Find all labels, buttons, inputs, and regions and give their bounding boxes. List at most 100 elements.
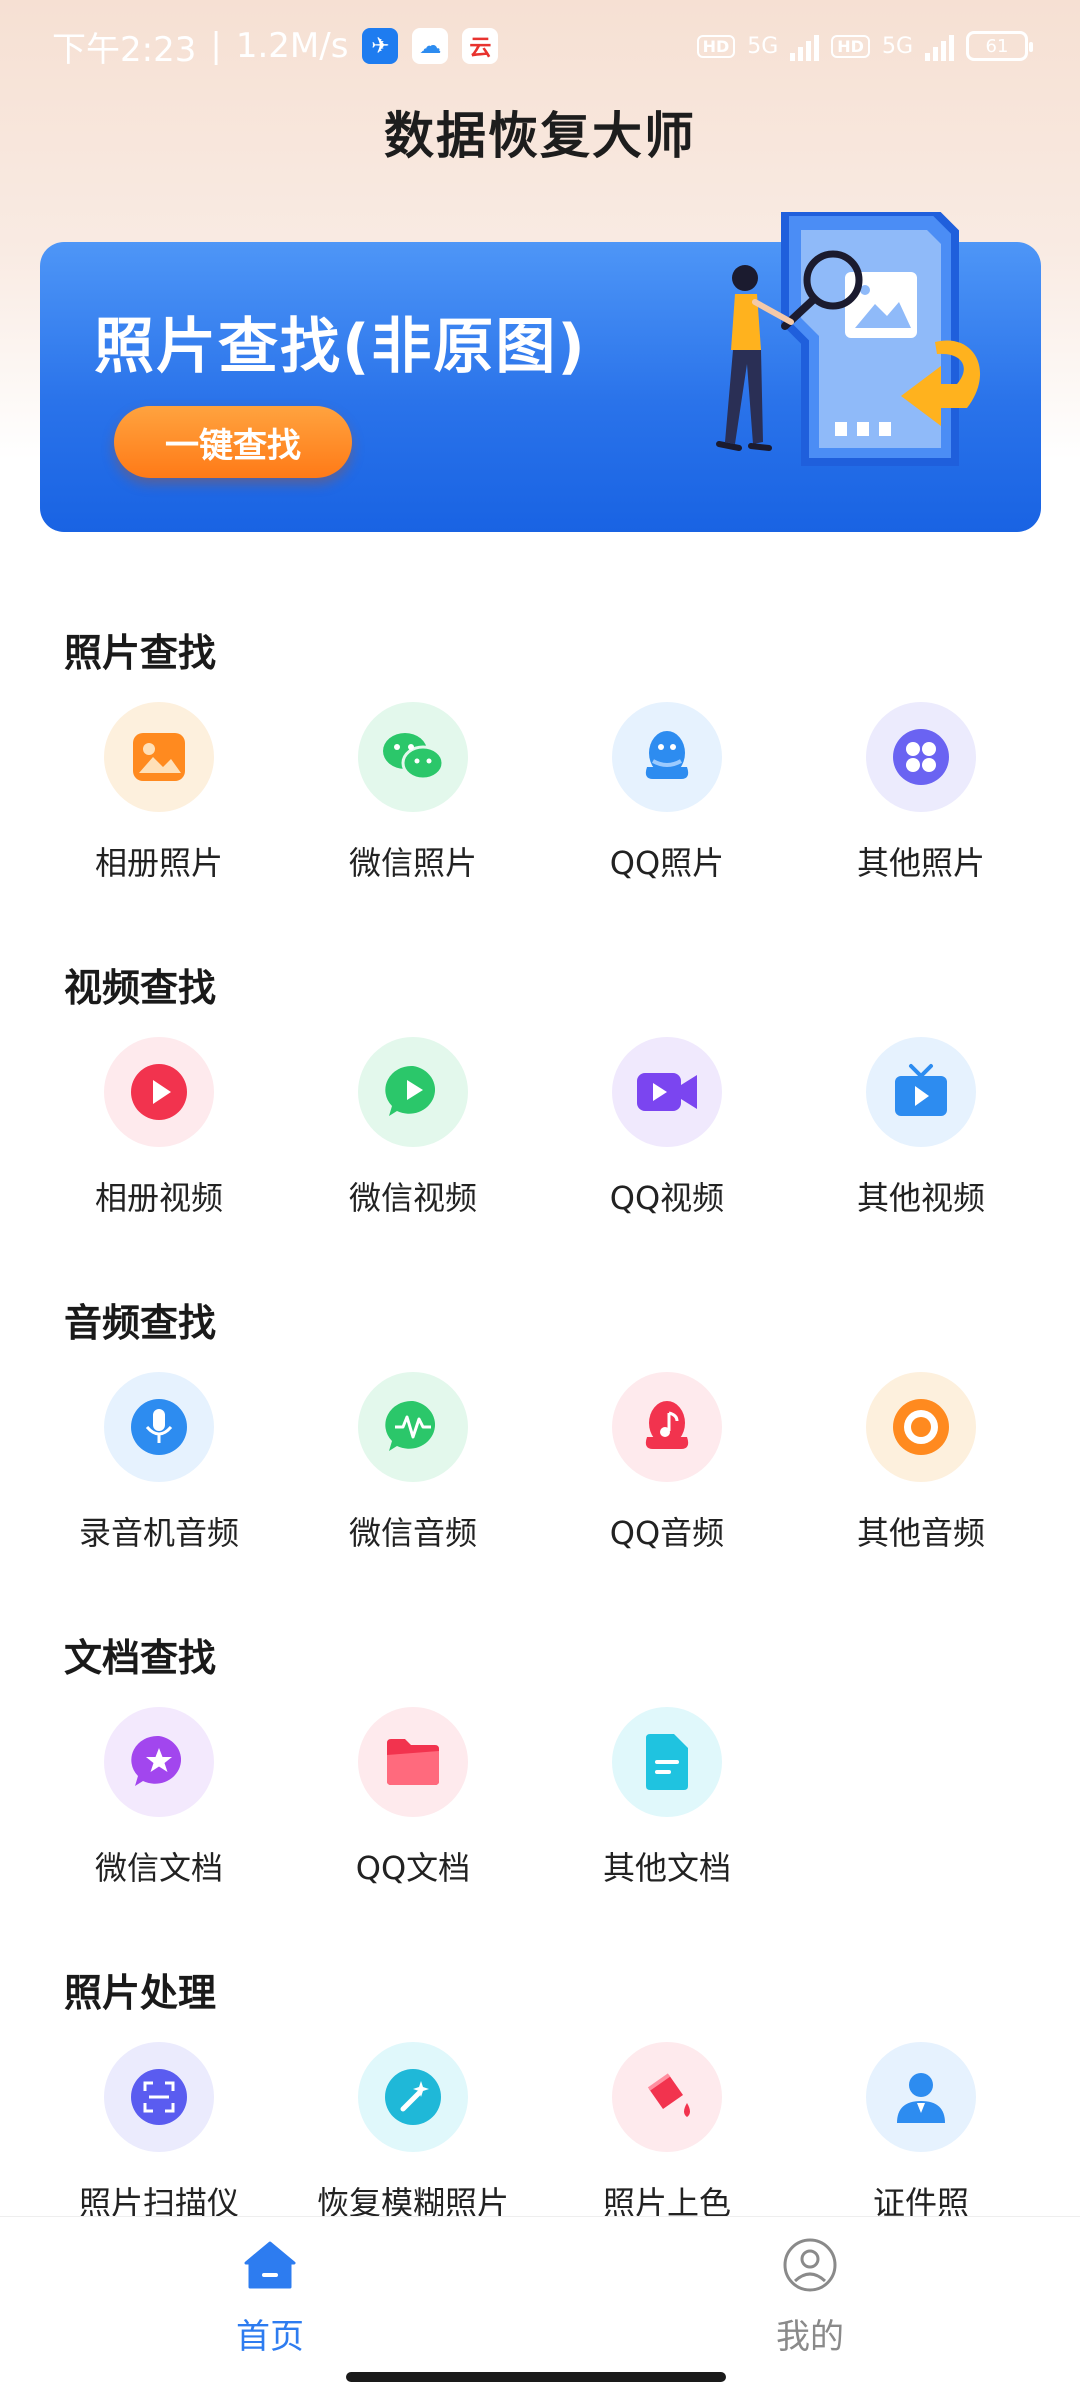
magic-wand-icon — [385, 2069, 441, 2125]
item-wechat-audio[interactable]: 微信音频 — [286, 1372, 540, 1572]
item-other-audio[interactable]: 其他音频 — [794, 1372, 1048, 1572]
item-label: 其他音频 — [856, 1514, 985, 1552]
item-wechat-videos[interactable]: 微信视频 — [286, 1037, 540, 1237]
one-click-search-button[interactable]: 一键查找 — [114, 406, 352, 478]
battery-icon: 61 — [966, 31, 1033, 61]
item-label: 相册照片 — [94, 844, 223, 882]
section-title: 音频查找 — [64, 1301, 217, 1345]
wechat-video-icon — [385, 1065, 436, 1116]
status-time: 下午2:23 — [52, 29, 197, 70]
item-label: 微信照片 — [348, 844, 477, 882]
album-photos-icon-bg — [104, 702, 214, 812]
item-other-documents[interactable]: 其他文档 — [540, 1707, 794, 1907]
voice-wave-icon — [385, 1400, 436, 1451]
status-right: HD 5G HD 5G 61 — [696, 31, 1033, 61]
network-type-label-1: 5G — [747, 33, 779, 59]
item-other-photos[interactable]: 其他照片 — [794, 702, 1048, 902]
id-photo-icon — [897, 2073, 945, 2123]
qq-icon — [645, 731, 689, 779]
tab-home-label: 首页 — [236, 2317, 304, 2357]
gallery-icon — [133, 733, 185, 781]
paint-bucket-icon — [647, 2073, 690, 2117]
app-title: 数据恢复大师 — [384, 107, 696, 165]
tab-mine-label: 我的 — [776, 2317, 844, 2357]
item-label: 微信文档 — [94, 1849, 223, 1887]
status-network-speed: 1.2M/s — [235, 26, 349, 66]
wechat-videos-icon-bg — [358, 1037, 468, 1147]
section-title: 照片查找 — [64, 631, 217, 675]
item-label: 微信视频 — [348, 1179, 477, 1217]
item-label: 微信音频 — [348, 1514, 477, 1552]
item-other-videos[interactable]: 其他视频 — [794, 1037, 1048, 1237]
item-photo-colorize[interactable]: 照片上色 — [540, 2042, 794, 2242]
notification-app-icon-2: ☁ — [412, 28, 449, 64]
item-label: QQ文档 — [355, 1849, 471, 1887]
qq-videos-icon-bg — [612, 1037, 722, 1147]
banner-title: 照片查找(非原图) — [94, 312, 587, 382]
item-label: QQ音频 — [609, 1514, 725, 1552]
scan-icon — [131, 2069, 187, 2125]
photo-search-banner[interactable]: 照片查找(非原图) 一键查找 — [40, 212, 1041, 532]
item-album-videos[interactable]: 相册视频 — [32, 1037, 286, 1237]
restore-blurry-photos-icon-bg — [358, 2042, 468, 2152]
item-label: QQ照片 — [609, 844, 725, 882]
other-audio-icon-bg — [866, 1372, 976, 1482]
sd-card-magnifier-illustration — [716, 212, 981, 466]
home-indicator[interactable] — [346, 2372, 726, 2382]
hd-icon: HD — [696, 34, 736, 58]
item-qq-videos[interactable]: QQ视频 — [540, 1037, 794, 1237]
tv-icon — [895, 1064, 947, 1116]
other-videos-icon-bg — [866, 1037, 976, 1147]
notification-app-icon-1: ✈ — [362, 28, 399, 64]
qq-documents-icon-bg — [358, 1707, 468, 1817]
item-wechat-photos[interactable]: 微信照片 — [286, 702, 540, 902]
photo-scanner-icon-bg — [104, 2042, 214, 2152]
item-label: 其他视频 — [856, 1179, 985, 1217]
battery-level: 61 — [985, 35, 1009, 57]
qq-audio-icon-bg — [612, 1372, 722, 1482]
item-label: 录音机音频 — [78, 1514, 239, 1552]
item-id-photo[interactable]: 证件照 — [794, 2042, 1048, 2242]
item-photo-scanner[interactable]: 照片扫描仪 — [32, 2042, 286, 2242]
photo-colorize-icon-bg — [612, 2042, 722, 2152]
video-camera-icon — [637, 1073, 697, 1111]
network-type-label-2: 5G — [881, 33, 913, 59]
album-videos-icon-bg — [104, 1037, 214, 1147]
play-circle-icon — [131, 1064, 187, 1120]
item-label: 其他文档 — [602, 1849, 731, 1887]
item-recorder-audio[interactable]: 录音机音频 — [32, 1372, 286, 1572]
item-qq-photos[interactable]: QQ照片 — [540, 702, 794, 902]
record-icon — [893, 1399, 949, 1455]
chat-star-icon — [131, 1735, 182, 1786]
section-title: 文档查找 — [64, 1636, 217, 1680]
status-separator: | — [210, 26, 222, 66]
wechat-icon — [383, 733, 445, 781]
tab-home[interactable]: 首页 — [170, 2235, 370, 2358]
item-album-photos[interactable]: 相册照片 — [32, 702, 286, 902]
item-wechat-documents[interactable]: 微信文档 — [32, 1707, 286, 1907]
section-title: 视频查找 — [64, 966, 217, 1010]
recorder-audio-icon-bg — [104, 1372, 214, 1482]
qq-photos-icon-bg — [612, 702, 722, 812]
section-title: 照片处理 — [64, 1971, 217, 2015]
signal-icon — [925, 31, 954, 61]
item-label: QQ视频 — [609, 1179, 725, 1217]
wechat-photos-icon-bg — [358, 702, 468, 812]
notification-app-icon-3: 云 — [462, 28, 499, 64]
item-qq-documents[interactable]: QQ文档 — [286, 1707, 540, 1907]
wechat-documents-icon-bg — [104, 1707, 214, 1817]
signal-icon — [790, 31, 820, 61]
hd-icon: HD — [831, 34, 870, 58]
other-photos-icon-bg — [866, 702, 976, 812]
item-label: 其他照片 — [856, 844, 985, 882]
item-qq-audio[interactable]: QQ音频 — [540, 1372, 794, 1572]
document-icon — [646, 1734, 688, 1790]
tab-mine[interactable]: 我的 — [710, 2235, 910, 2358]
apps-icon — [893, 729, 949, 785]
item-label: 相册视频 — [94, 1179, 223, 1217]
item-restore-blurry-photos[interactable]: 恢复模糊照片 — [286, 2042, 540, 2242]
other-documents-icon-bg — [612, 1707, 722, 1817]
status-left: 下午2:23 | 1.2M/s ✈ ☁ 云 — [52, 22, 499, 71]
id-photo-icon-bg — [866, 2042, 976, 2152]
status-bar: 下午2:23 | 1.2M/s ✈ ☁ 云 HD 5G HD 5G 61 — [0, 0, 1080, 92]
